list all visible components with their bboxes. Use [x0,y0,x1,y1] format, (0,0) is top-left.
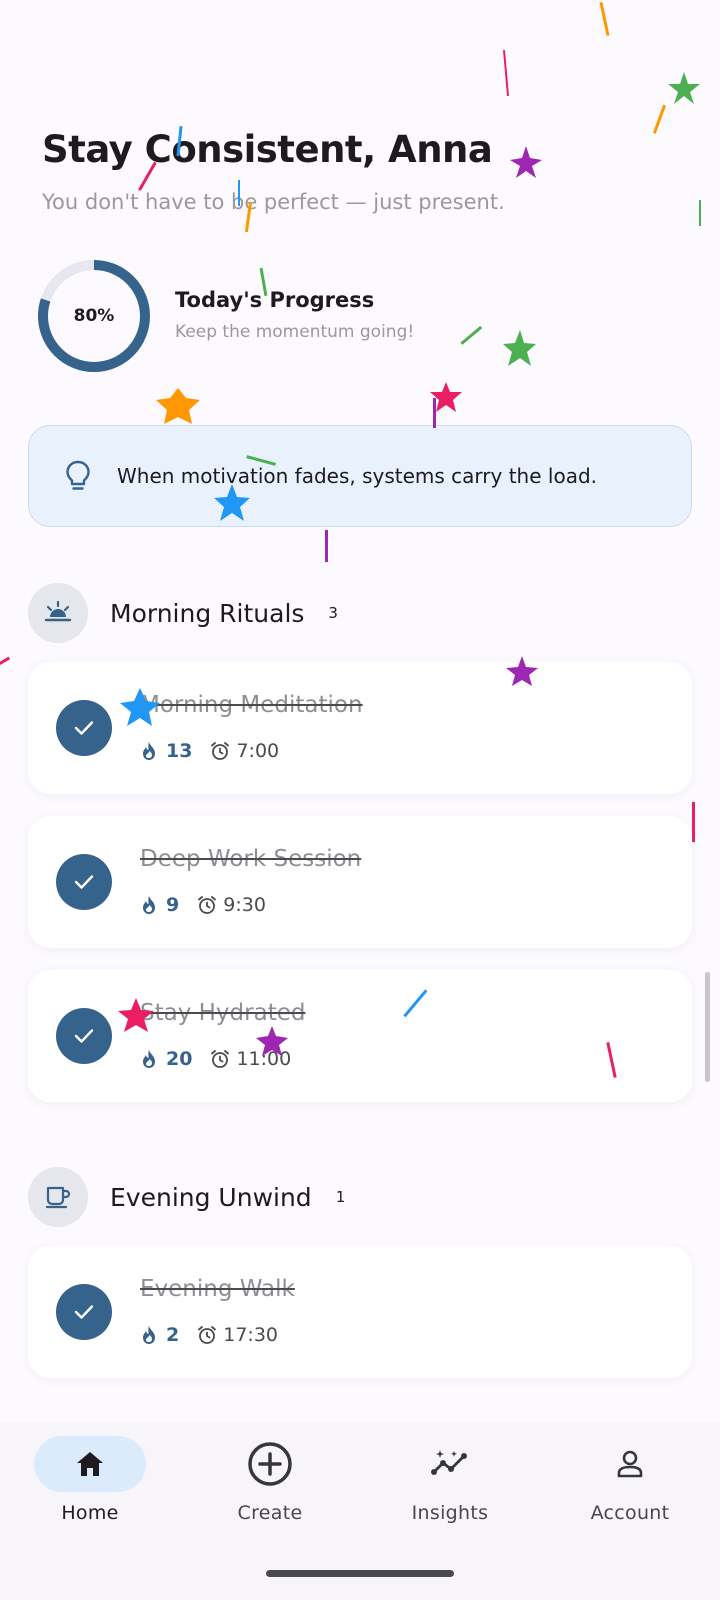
confetti-star [430,382,462,412]
lightbulb-icon [66,460,90,490]
person-icon [617,1450,643,1478]
home-indicator[interactable] [266,1570,454,1577]
habit-card-morning-meditation[interactable]: Morning Meditation 13 7:00 [28,662,692,794]
nav-label-create: Create [237,1502,303,1524]
nav-label-home: Home [61,1502,119,1524]
habit-name: Evening Walk [140,1276,295,1302]
flame-icon [143,742,155,760]
nav-item-home[interactable]: Home [10,1436,170,1546]
section-title: Morning Rituals [110,598,305,628]
habit-meta: 2 17:30 [140,1324,278,1346]
section-count: 3 [328,604,338,622]
confetti-streak [502,50,510,96]
habit-name: Deep Work Session [140,846,362,872]
streak-count: 20 [166,1048,193,1070]
habit-time: 7:00 [236,740,280,762]
alarm-icon [198,1326,217,1344]
tip-card: When motivation fades, systems carry the… [28,425,692,527]
habit-name: Morning Meditation [140,692,363,718]
habit-card-stay-hydrated[interactable]: Stay Hydrated 20 11:00 [28,970,692,1102]
confetti-star [668,72,700,104]
alarm-icon [198,896,217,914]
confetti-star [156,388,200,424]
checkmark-icon [74,875,94,889]
nav-label-account: Account [590,1502,670,1524]
habit-meta: 9 9:30 [140,894,266,916]
alarm-icon [211,742,230,760]
checkmark-icon [74,1029,94,1043]
streak-count: 9 [166,894,180,916]
confetti-streak [325,530,328,562]
confetti-star [503,330,536,366]
flame-icon [143,1326,155,1344]
scrollbar[interactable] [705,972,710,1082]
habit-time: 17:30 [223,1324,278,1346]
check-button[interactable] [56,1008,112,1064]
alarm-icon [211,1050,230,1068]
section-header-morning: Morning Rituals 3 [28,583,338,643]
habit-meta: 20 11:00 [140,1048,291,1070]
confetti-streak [599,1,610,36]
tip-text: When motivation fades, systems carry the… [117,464,597,488]
progress-title: Today's Progress [175,288,375,312]
nav-pill-insights[interactable] [394,1436,506,1492]
confetti-streak [699,200,701,226]
home-icon [77,1452,103,1476]
confetti-star [510,146,542,178]
insights-icon [431,1450,467,1475]
nav-item-insights[interactable]: Insights [370,1436,530,1546]
habit-name: Stay Hydrated [140,1000,306,1026]
check-button[interactable] [56,1284,112,1340]
streak-count: 2 [166,1324,180,1346]
section-title: Evening Unwind [110,1182,312,1212]
progress-subtitle: Keep the momentum going! [175,322,415,342]
nav-pill-create[interactable] [214,1436,326,1492]
nav-label-insights: Insights [411,1502,489,1524]
section-header-evening: Evening Unwind 1 [28,1167,345,1227]
cup-icon [28,1167,88,1227]
confetti-streak [433,398,436,428]
habit-home-screen: Stay Consistent, Anna You don't have to … [0,0,720,1600]
habit-meta: 13 7:00 [140,740,279,762]
greeting-subtitle: You don't have to be perfect — just pres… [42,190,505,214]
flame-icon [143,1050,155,1068]
streak-count: 13 [166,740,193,762]
checkmark-icon [74,1305,94,1319]
nav-pill-home[interactable] [34,1436,146,1492]
confetti-streak [652,104,667,134]
progress-percent: 80% [73,306,115,326]
flame-icon [143,896,155,914]
nav-pill-account[interactable] [574,1436,686,1492]
add-circle-icon [248,1442,292,1486]
section-count: 1 [335,1188,346,1206]
checkmark-icon [74,721,94,735]
sunrise-icon [28,583,88,643]
habit-time: 9:30 [223,894,266,916]
confetti-streak [460,325,483,345]
habit-card-evening-walk[interactable]: Evening Walk 2 17:30 [28,1246,692,1378]
greeting-title: Stay Consistent, Anna [42,128,493,171]
progress-ring: 80% [36,258,152,374]
nav-item-create[interactable]: Create [190,1436,350,1546]
confetti-streak [692,802,695,842]
check-button[interactable] [56,700,112,756]
nav-item-account[interactable]: Account [550,1436,710,1546]
habit-time: 11:00 [236,1048,292,1070]
habit-card-deep-work[interactable]: Deep Work Session 9 9:30 [28,816,692,948]
check-button[interactable] [56,854,112,910]
confetti-streak [0,656,11,667]
